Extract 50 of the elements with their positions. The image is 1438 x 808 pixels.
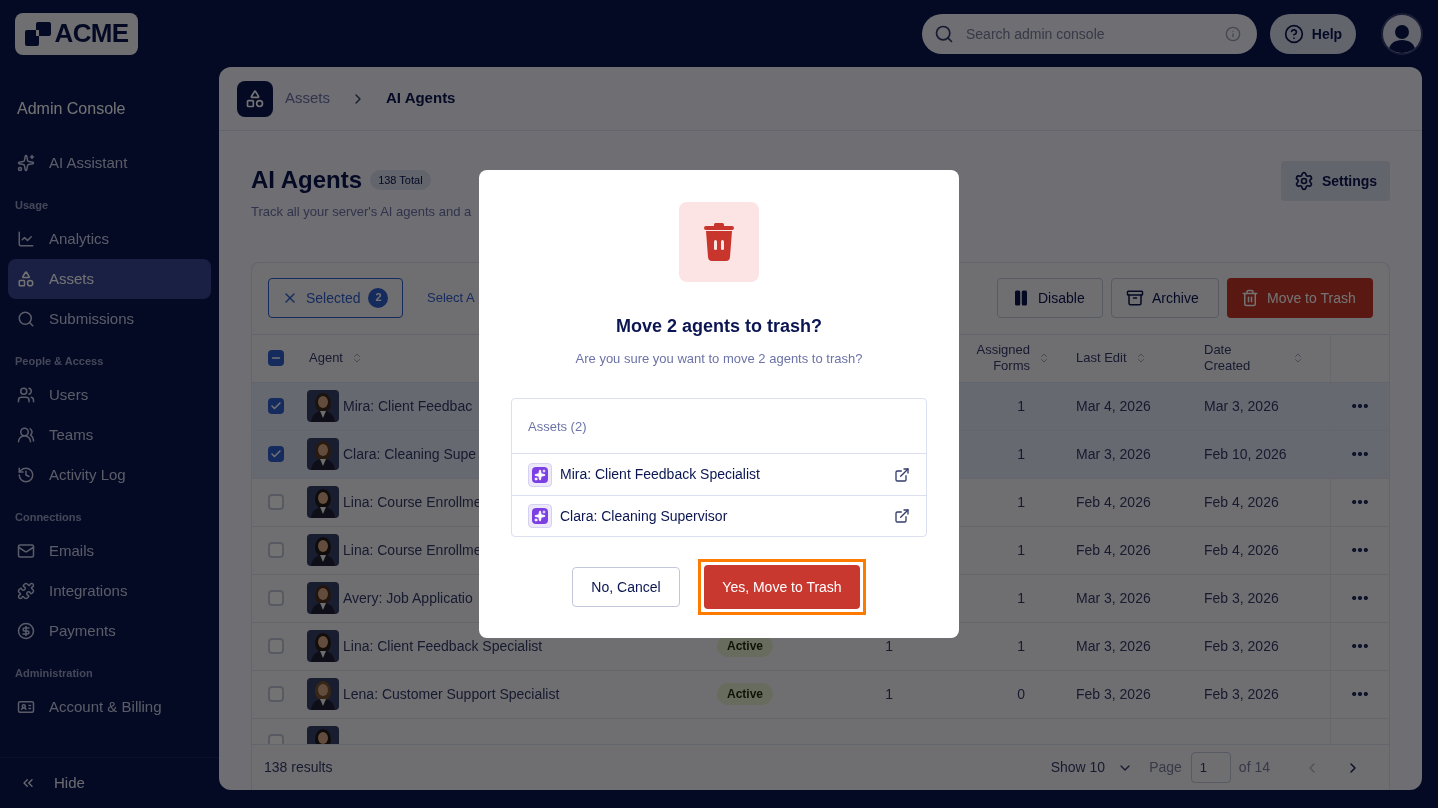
agent-name: Lina: Client Feedback Specialist: [343, 636, 543, 656]
dialog-title: Move 2 agents to trash?: [615, 314, 822, 338]
table-cell-text: 1: [1017, 540, 1025, 560]
page-label: Page: [1149, 758, 1182, 777]
table-cell: Feb 4, 2026: [1204, 541, 1279, 558]
table-cell: Feb 4, 2026: [1076, 493, 1151, 510]
table-cell-text: 1: [885, 684, 893, 704]
count-badge: 2: [368, 288, 389, 308]
section-heading: People & Access: [14, 353, 105, 369]
table-cell: Mar 4, 2026: [1076, 397, 1151, 414]
page-title: AI Agents: [251, 165, 363, 195]
status-badge: Active: [717, 683, 773, 705]
list-heading: Assets (2): [512, 399, 926, 455]
table-cell: Feb 4, 2026: [1204, 493, 1279, 510]
agent-name: Mira: Client Feedbac: [343, 396, 473, 416]
table-cell: Feb 3, 2026: [1204, 637, 1279, 654]
table-cell: Feb 3, 2026: [1204, 589, 1279, 606]
table-cell: Mar 3, 2026: [1076, 445, 1151, 462]
section-heading: Administration: [14, 665, 94, 681]
logo-text: ACME: [54, 17, 129, 50]
table-cell: Feb 10, 2026: [1204, 445, 1287, 462]
sidebar-title: Admin Console: [16, 99, 127, 119]
page-total: of 14: [1238, 758, 1270, 777]
table-cell: Mar 3, 2026: [1076, 637, 1151, 654]
total-badge: 138 Total: [370, 169, 431, 191]
breadcrumb-current: AI Agents: [386, 88, 456, 109]
agent-name: Lena: Customer Support Specialist: [343, 684, 560, 704]
table-cell-text: 1: [1017, 396, 1025, 416]
agent-name: Lina: Course Enrollme: [343, 492, 482, 512]
table-cell-text: 1: [885, 636, 893, 656]
table-cell-text: 0: [1017, 684, 1025, 704]
asset-name: Clara: Cleaning Supervisor: [560, 506, 729, 526]
table-cell: Feb 3, 2026: [1076, 685, 1151, 702]
table-cell-text: 1: [1017, 444, 1025, 464]
page-subtitle: Track all your server's AI agents and a: [251, 203, 473, 221]
agent-name: Avery: Job Applicatio: [343, 588, 473, 608]
dialog-message: Are you sure you want to move 2 agents to trash?: [575, 349, 863, 368]
table-cell: Mar 3, 2026: [1204, 397, 1279, 414]
table-cell: Feb 3, 2026: [1204, 685, 1279, 702]
results-count: 138 results: [264, 758, 333, 777]
section-heading: Usage: [14, 197, 50, 213]
table-cell-text: 1: [1017, 636, 1025, 656]
agent-name: Lina: Course Enrollme: [343, 540, 482, 560]
table-cell-text: 1: [1017, 492, 1025, 512]
section-heading: Connections: [14, 509, 83, 525]
table-cell: Feb 4, 2026: [1076, 541, 1151, 558]
table-cell: Mar 3, 2026: [1076, 589, 1151, 606]
asset-name: Mira: Client Feedback Specialist: [560, 465, 761, 485]
agent-name: Clara: Cleaning Supe: [343, 444, 477, 464]
table-cell-text: 1: [1017, 588, 1025, 608]
